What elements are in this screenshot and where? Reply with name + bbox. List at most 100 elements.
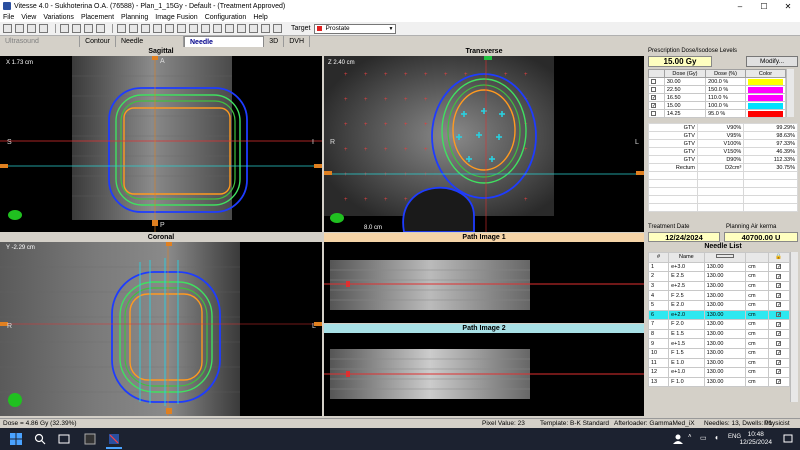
- needle-list-scrollbar[interactable]: [790, 252, 798, 402]
- path-image-2[interactable]: [324, 333, 644, 416]
- menu-help[interactable]: Help: [253, 14, 267, 21]
- clock[interactable]: 10:48 12/25/2024: [739, 431, 772, 447]
- menu-placement[interactable]: Placement: [81, 14, 114, 21]
- needle-row[interactable]: 13 F 1.0 130.00 cm ✓: [647, 376, 791, 388]
- menu-file[interactable]: File: [3, 14, 14, 21]
- needle-checkbox[interactable]: ✓: [776, 369, 781, 375]
- needle-checkbox[interactable]: ✓: [776, 263, 781, 269]
- needle-row[interactable]: 7F 2.0 130.00 cm ✓: [647, 319, 791, 330]
- notification-icon[interactable]: [782, 433, 794, 445]
- needle-checkbox[interactable]: ✓: [776, 283, 781, 289]
- isodose-checkbox[interactable]: ✓: [651, 102, 656, 108]
- needle-row[interactable]: 2E 2.5 130.00 cm ✓: [647, 271, 791, 282]
- save-icon[interactable]: [27, 24, 36, 33]
- isodose-color-swatch[interactable]: [748, 86, 783, 93]
- needle-row[interactable]: 11 E 1.0 130.00 cm ✓: [647, 357, 791, 369]
- contour-icon[interactable]: [201, 24, 210, 33]
- tab-contour[interactable]: Contour: [80, 36, 116, 47]
- rotate-icon[interactable]: [153, 24, 162, 33]
- redo-icon[interactable]: [72, 24, 81, 33]
- needle-row[interactable]: 4F 2.5 130.00 cm ✓: [647, 290, 791, 301]
- needle-checkbox[interactable]: ✓: [776, 292, 781, 298]
- isodose-checkbox[interactable]: ✓: [651, 94, 656, 100]
- needle-icon[interactable]: [213, 24, 222, 33]
- minimize-icon[interactable]: –: [728, 2, 752, 11]
- needle-row[interactable]: 6 e+2.0 130.00 cm ✓: [647, 309, 791, 321]
- isodose-color-swatch[interactable]: [748, 78, 783, 85]
- needle-checkbox[interactable]: ✓: [776, 340, 781, 346]
- target-select[interactable]: Prostate ▼: [314, 23, 397, 34]
- needle-row[interactable]: 9 e+1.5 130.00 cm ✓: [647, 338, 791, 349]
- tab-needle-placement[interactable]: Needle Placement: [116, 36, 184, 56]
- close-icon[interactable]: ✕: [776, 2, 800, 11]
- needle-row[interactable]: 12 e+1.0 130.00 cm ✓: [647, 367, 791, 378]
- check-icon[interactable]: [84, 24, 93, 33]
- layout-icon[interactable]: [249, 24, 258, 33]
- tab-needle-identification[interactable]: Needle Identification: [184, 36, 265, 57]
- needle-checkbox[interactable]: ✓: [776, 350, 781, 356]
- needle-row[interactable]: 5E 2.0 130.00 cm ✓: [647, 299, 791, 311]
- menu-configuration[interactable]: Configuration: [205, 14, 247, 21]
- needle-checkbox[interactable]: ✓: [776, 273, 781, 279]
- isodose-color-swatch[interactable]: [748, 110, 783, 117]
- volume-icon[interactable]: ◖: [714, 433, 719, 442]
- modify-button[interactable]: Modify...: [746, 56, 798, 67]
- pan-icon[interactable]: [129, 24, 138, 33]
- zoom-icon[interactable]: [141, 24, 150, 33]
- isodose-scrollbar[interactable]: [786, 69, 794, 117]
- new-icon[interactable]: [3, 24, 12, 33]
- isodose-row[interactable]: ✓ 15.00 100.0 %: [648, 101, 786, 110]
- measure-icon[interactable]: [165, 24, 174, 33]
- menu-image-fusion[interactable]: Image Fusion: [155, 14, 197, 21]
- path-image-1[interactable]: [324, 242, 644, 323]
- needle-row[interactable]: 8E 1.5 130.00 cm ✓: [647, 328, 791, 340]
- needle-checkbox[interactable]: ✓: [776, 379, 781, 385]
- undo-icon[interactable]: [60, 24, 69, 33]
- needle-checkbox[interactable]: ✓: [776, 331, 781, 337]
- menu-planning[interactable]: Planning: [121, 14, 148, 21]
- isodose-row[interactable]: ✓ 16.50 110.0 %: [648, 93, 786, 102]
- path-image-2-view[interactable]: Path Image 2: [324, 324, 644, 416]
- open-icon[interactable]: [15, 24, 24, 33]
- sagittal-view[interactable]: Sagittal X 1.73 cm A P S I: [0, 47, 322, 232]
- transverse-view[interactable]: Transverse + + + + + + + + + + + + + + + + + + + + + + + + + +…: [324, 47, 644, 232]
- menu-view[interactable]: View: [21, 14, 36, 21]
- people-icon[interactable]: [672, 433, 684, 445]
- tab-dvh[interactable]: DVH: [284, 36, 310, 47]
- isodose-color-swatch[interactable]: [748, 102, 783, 109]
- help-icon[interactable]: [273, 24, 282, 33]
- isodose-row[interactable]: 14.25 95.0 %: [648, 109, 786, 118]
- isodose-row[interactable]: 30.00 200.0 %: [648, 77, 786, 86]
- isodose-row[interactable]: 22.50 150.0 %: [648, 85, 786, 94]
- search-icon[interactable]: [34, 433, 46, 445]
- lock-icon[interactable]: [96, 24, 105, 33]
- needle-checkbox[interactable]: ✓: [776, 302, 781, 308]
- coronal-image[interactable]: [0, 242, 322, 416]
- coronal-view[interactable]: Coronal Y -2.29 cm R L: [0, 233, 322, 416]
- transverse-image[interactable]: + + + + + + + + + + + + + + + + + + + + + + + + + + + + + + + + + + +…: [324, 56, 644, 232]
- menu-variations[interactable]: Variations: [43, 14, 74, 21]
- isodose-checkbox[interactable]: [651, 78, 656, 84]
- grid-icon[interactable]: [189, 24, 198, 33]
- pointer-icon[interactable]: [117, 24, 126, 33]
- fullscreen-icon[interactable]: [261, 24, 270, 33]
- isodose-icon[interactable]: [237, 24, 246, 33]
- chevron-up-icon[interactable]: ˄: [688, 434, 692, 440]
- app-taskbar-icon[interactable]: [84, 433, 96, 445]
- needle-row[interactable]: 10 F 1.5 130.00 cm ✓: [647, 347, 791, 359]
- dose-icon[interactable]: [225, 24, 234, 33]
- needle-row[interactable]: 3 e+2.5 130.00 cm ✓: [647, 280, 791, 292]
- isodose-checkbox[interactable]: [651, 110, 656, 116]
- windows-start-icon[interactable]: [10, 433, 22, 445]
- needle-checkbox[interactable]: ✓: [776, 321, 781, 327]
- needle-checkbox[interactable]: ✓: [776, 359, 781, 365]
- path-image-1-view[interactable]: Path Image 1: [324, 233, 644, 323]
- window-level-icon[interactable]: [177, 24, 186, 33]
- network-icon[interactable]: ▭: [700, 434, 707, 442]
- needle-row[interactable]: 1 e+3.0 130.00 cm ✓: [647, 261, 791, 273]
- sagittal-image[interactable]: [0, 56, 322, 232]
- maximize-icon[interactable]: ☐: [752, 2, 776, 11]
- vitesse-taskbar-icon[interactable]: [108, 433, 120, 445]
- tab-3d[interactable]: 3D: [264, 36, 285, 47]
- isodose-checkbox[interactable]: [651, 86, 656, 92]
